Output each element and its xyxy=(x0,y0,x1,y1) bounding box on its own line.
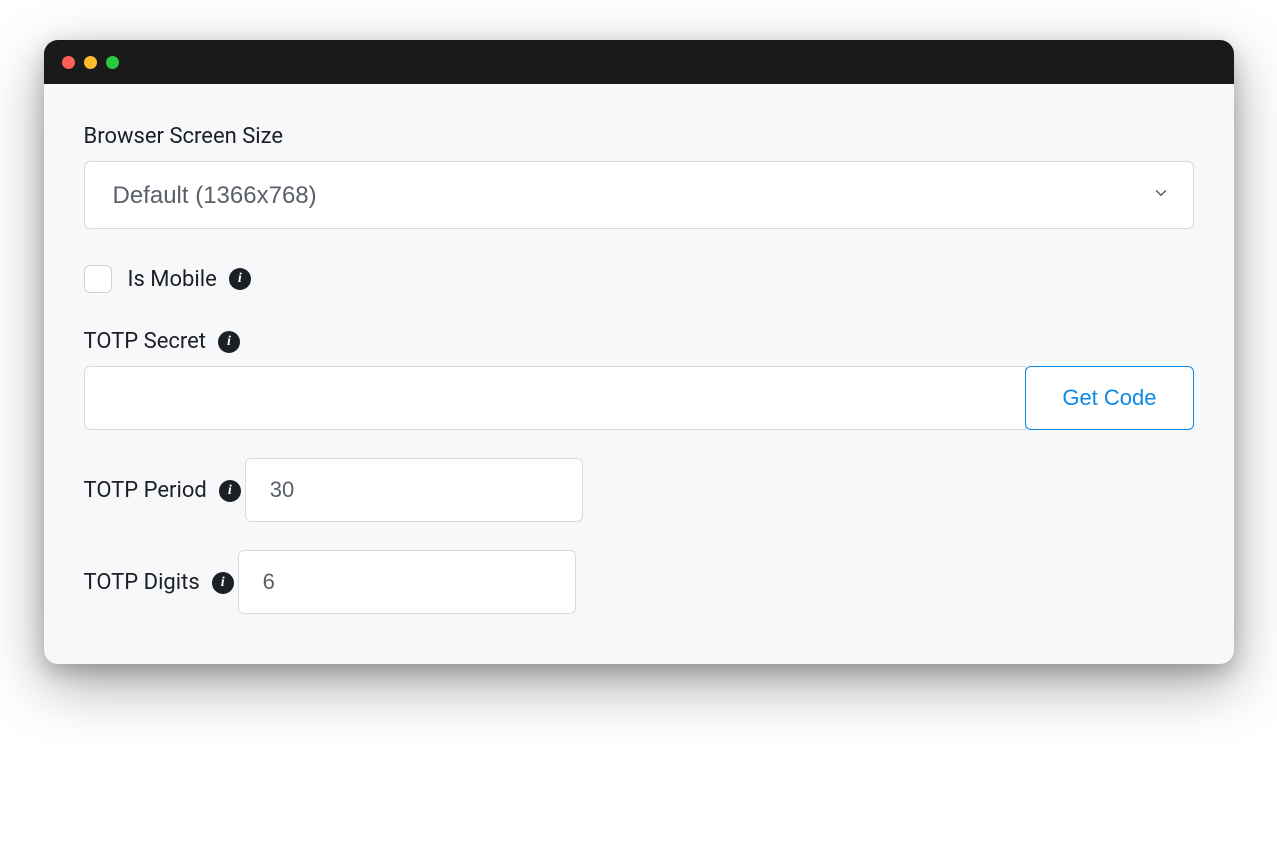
totp-digits-group: TOTP Digits i xyxy=(84,550,1194,614)
is-mobile-label-wrap: Is Mobile i xyxy=(128,267,251,292)
totp-secret-row: Get Code xyxy=(84,366,1194,430)
totp-secret-group: TOTP Secret i Get Code xyxy=(84,329,1194,430)
totp-digits-label: TOTP Digits xyxy=(84,570,200,595)
totp-period-group: TOTP Period i xyxy=(84,458,1194,522)
browser-screen-size-group: Browser Screen Size Default (1366x768) xyxy=(84,124,1194,229)
browser-screen-size-select-wrap: Default (1366x768) xyxy=(84,161,1194,229)
info-icon[interactable]: i xyxy=(212,572,234,594)
totp-secret-label-wrap: TOTP Secret i xyxy=(84,329,241,354)
info-icon[interactable]: i xyxy=(229,268,251,290)
totp-period-label: TOTP Period xyxy=(84,478,207,503)
info-icon[interactable]: i xyxy=(218,331,240,353)
window-close-button[interactable] xyxy=(62,56,75,69)
is-mobile-checkbox[interactable] xyxy=(84,265,112,293)
totp-digits-label-wrap: TOTP Digits i xyxy=(84,570,234,595)
totp-period-input[interactable] xyxy=(245,458,583,522)
get-code-button[interactable]: Get Code xyxy=(1025,366,1193,430)
window-maximize-button[interactable] xyxy=(106,56,119,69)
browser-screen-size-label: Browser Screen Size xyxy=(84,124,284,149)
window-minimize-button[interactable] xyxy=(84,56,97,69)
browser-screen-size-select[interactable]: Default (1366x768) xyxy=(84,161,1194,229)
info-icon[interactable]: i xyxy=(219,480,241,502)
totp-secret-label: TOTP Secret xyxy=(84,329,207,354)
app-window: Browser Screen Size Default (1366x768) I… xyxy=(44,40,1234,664)
is-mobile-group: Is Mobile i xyxy=(84,265,1194,293)
totp-period-label-wrap: TOTP Period i xyxy=(84,478,241,503)
totp-secret-input[interactable] xyxy=(84,366,1027,430)
totp-digits-input[interactable] xyxy=(238,550,576,614)
is-mobile-label: Is Mobile xyxy=(128,267,217,292)
window-titlebar xyxy=(44,40,1234,84)
form-content: Browser Screen Size Default (1366x768) I… xyxy=(44,84,1234,664)
